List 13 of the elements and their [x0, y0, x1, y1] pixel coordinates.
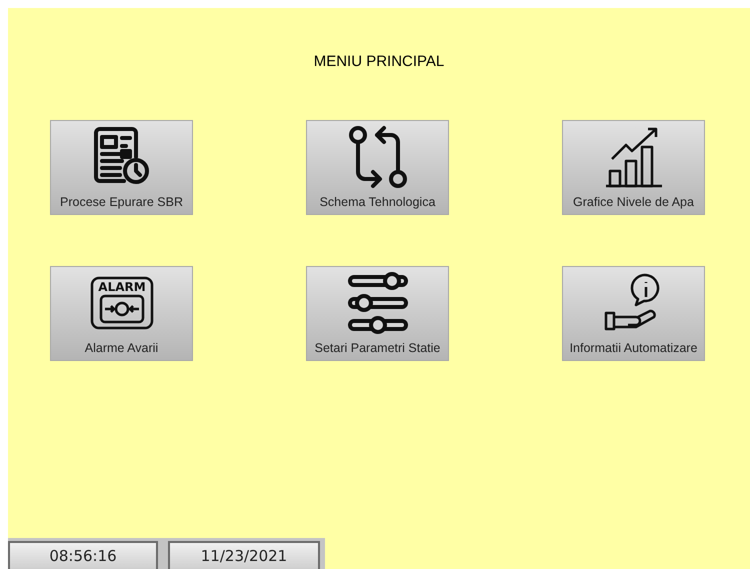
menu-button[interactable]: Schema Tehnologica	[306, 120, 449, 214]
menu-button[interactable]: ALARM Alarme Avarii	[50, 266, 193, 360]
menu-button[interactable]: Grafice Nivele de Apa	[562, 120, 705, 214]
sliders-icon	[346, 271, 410, 336]
push-button-icon	[99, 294, 144, 324]
menu-button[interactable]: Procese Epurare SBR	[50, 120, 193, 214]
alarm-frame	[90, 276, 153, 330]
screen-title: MENIU PRINCIPAL	[314, 52, 444, 72]
time-display: 08:56:16	[8, 541, 158, 569]
alarm-label: ALARM	[98, 280, 146, 294]
menu-button[interactable]: Setari Parametri Statie	[306, 266, 449, 360]
menu-button[interactable]: Informatii Automatizare	[562, 266, 705, 360]
date-display: 11/23/2021	[168, 541, 320, 569]
